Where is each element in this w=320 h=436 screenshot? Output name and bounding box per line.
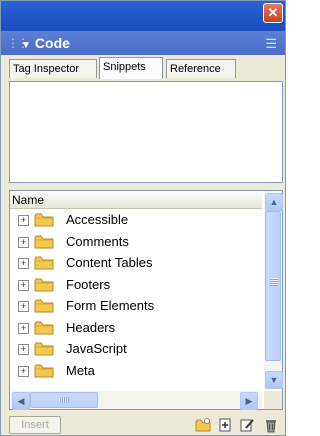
scroll-up-button[interactable]: ▲ — [265, 193, 283, 211]
panel-header[interactable]: ⋮⋮ ▼ Code ☰ — [1, 31, 285, 55]
scroll-left-button[interactable]: ◀ — [12, 392, 30, 410]
list-item[interactable]: + Meta — [10, 361, 262, 383]
column-header-name[interactable]: Name — [10, 191, 262, 209]
list-item-label: JavaScript — [66, 341, 127, 356]
folder-icon — [34, 278, 54, 292]
list-item-label: Comments — [66, 233, 129, 249]
tab-reference[interactable]: Reference — [166, 59, 236, 78]
scrollbar-corner — [264, 391, 282, 409]
list-item-label: Content Tables — [66, 255, 153, 270]
expand-plus-icon[interactable]: + — [18, 301, 29, 312]
edit-snippet-icon[interactable] — [239, 417, 255, 433]
folder-icon — [34, 342, 54, 356]
list-item[interactable]: + JavaScript — [10, 339, 262, 361]
folder-icon — [34, 364, 54, 378]
expand-plus-icon[interactable]: + — [18, 258, 29, 269]
expand-plus-icon[interactable]: + — [18, 322, 29, 334]
insert-button[interactable]: Insert — [9, 416, 61, 434]
folder-icon — [34, 235, 54, 249]
close-icon: ✕ — [267, 5, 279, 20]
close-button[interactable]: ✕ — [263, 3, 283, 23]
triangle-down-icon: ▼ — [21, 40, 31, 51]
scroll-right-button[interactable]: ▶ — [240, 392, 258, 410]
panel-title-label: Code — [34, 35, 70, 51]
new-snippet-icon[interactable] — [217, 417, 233, 433]
scroll-down-button[interactable]: ▼ — [265, 371, 283, 389]
horizontal-scroll-thumb[interactable] — [30, 392, 98, 408]
horizontal-scrollbar[interactable]: ◀ ▶ — [10, 391, 262, 410]
panel-title[interactable]: ▼ Code — [21, 35, 70, 51]
folder-icon — [34, 213, 54, 227]
folder-icon — [34, 299, 54, 313]
panel-options-icon[interactable]: ☰ — [265, 36, 277, 52]
folder-icon — [34, 256, 54, 270]
snippets-tree: Name + Accessible + Comments + Content T… — [9, 190, 283, 410]
list-item[interactable]: + Accessible — [10, 210, 262, 232]
grip-icon — [59, 397, 69, 403]
list-item[interactable]: + Footers — [10, 275, 262, 297]
tab-tag-inspector[interactable]: Tag Inspector — [9, 59, 97, 78]
list-item[interactable]: + Form Elements — [10, 296, 262, 318]
expand-plus-icon[interactable]: + — [18, 279, 29, 291]
list-item-label: Footers — [66, 276, 111, 292]
expand-plus-icon[interactable]: + — [18, 215, 29, 226]
new-folder-icon[interactable] — [195, 417, 211, 433]
expand-plus-icon[interactable]: + — [18, 344, 29, 355]
list-item[interactable]: + Headers — [10, 318, 262, 340]
list-item[interactable]: + Content Tables — [10, 253, 262, 275]
snippets-panel-window: ✕ ⋮⋮ ▼ Code ☰ Tag Inspector Snippets Refe… — [0, 0, 286, 436]
grip-icon — [270, 278, 278, 286]
expand-plus-icon[interactable]: + — [18, 236, 29, 248]
chevron-left-icon: ◀ — [17, 396, 25, 406]
chevron-right-icon: ▶ — [245, 396, 253, 406]
expand-plus-icon[interactable]: + — [18, 365, 29, 377]
tab-snippets[interactable]: Snippets — [99, 57, 163, 79]
delete-icon[interactable] — [263, 417, 279, 433]
folder-icon — [34, 321, 54, 335]
vertical-scrollbar[interactable]: ▲ ▼ — [264, 191, 283, 389]
chevron-down-icon: ▼ — [269, 375, 279, 385]
list-item-label: Headers — [66, 319, 116, 335]
chevron-up-icon: ▲ — [269, 197, 279, 207]
snippet-preview-pane — [9, 81, 283, 183]
title-bar[interactable]: ✕ — [1, 1, 285, 31]
vertical-scroll-thumb[interactable] — [265, 211, 281, 361]
list-item-label: Accessible — [66, 212, 129, 227]
list-item-label: Form Elements — [66, 298, 155, 313]
tree-rows: + Accessible + Comments + Content Tables… — [10, 210, 262, 382]
list-item-label: Meta — [66, 362, 95, 378]
list-item[interactable]: + Comments — [10, 232, 262, 254]
panel-footer: Insert — [1, 411, 285, 435]
